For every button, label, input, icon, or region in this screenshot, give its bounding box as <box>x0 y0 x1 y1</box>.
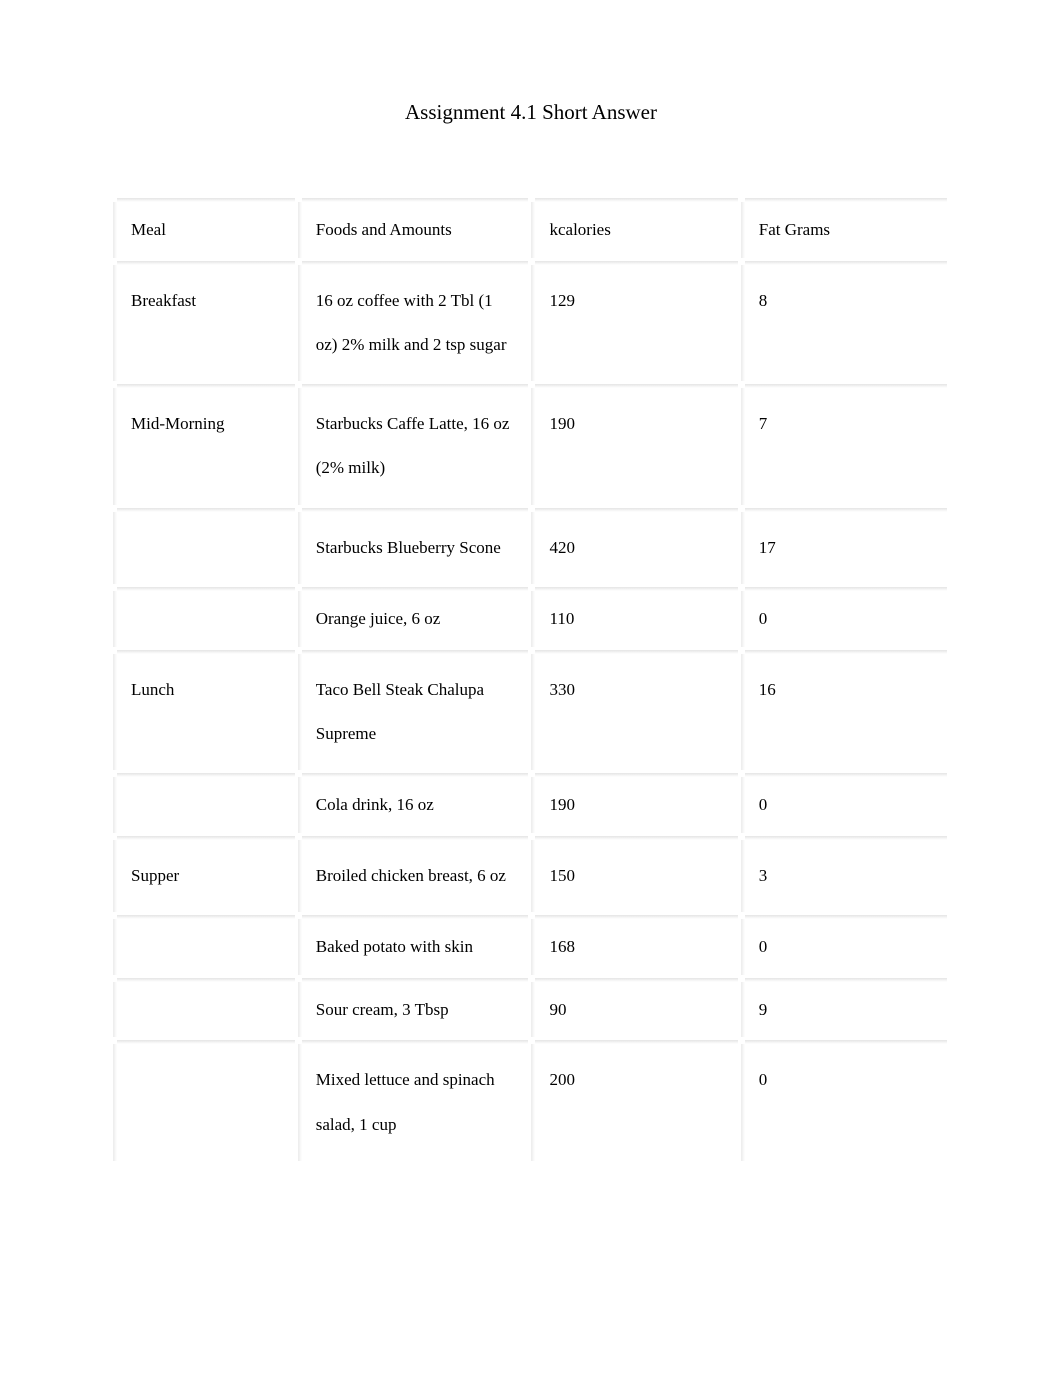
table-row: Cola drink, 16 oz 190 0 <box>115 775 947 833</box>
cell-fat: 16 <box>743 652 947 770</box>
header-food: Foods and Amounts <box>300 200 529 258</box>
table-row: Starbucks Blueberry Scone 420 17 <box>115 510 947 584</box>
cell-kcal: 330 <box>533 652 737 770</box>
nutrition-table: Meal Foods and Amounts kcalories Fat Gra… <box>110 195 952 1166</box>
cell-kcal: 90 <box>533 980 737 1038</box>
cell-fat: 0 <box>743 1042 947 1160</box>
cell-fat: 8 <box>743 263 947 381</box>
cell-fat: 0 <box>743 775 947 833</box>
cell-food: Sour cream, 3 Tbsp <box>300 980 529 1038</box>
cell-meal: Lunch <box>115 652 295 770</box>
header-kcal: kcalories <box>533 200 737 258</box>
cell-kcal: 200 <box>533 1042 737 1160</box>
cell-meal: Supper <box>115 838 295 912</box>
cell-kcal: 110 <box>533 589 737 647</box>
cell-kcal: 129 <box>533 263 737 381</box>
table-row: Lunch Taco Bell Steak Chalupa Supreme 33… <box>115 652 947 770</box>
cell-meal <box>115 1042 295 1160</box>
table-row: Supper Broiled chicken breast, 6 oz 150 … <box>115 838 947 912</box>
cell-fat: 9 <box>743 980 947 1038</box>
table-header-row: Meal Foods and Amounts kcalories Fat Gra… <box>115 200 947 258</box>
cell-fat: 0 <box>743 917 947 975</box>
cell-fat: 17 <box>743 510 947 584</box>
cell-food: Cola drink, 16 oz <box>300 775 529 833</box>
page-title: Assignment 4.1 Short Answer <box>110 100 952 125</box>
cell-fat: 7 <box>743 386 947 504</box>
table-row: Baked potato with skin 168 0 <box>115 917 947 975</box>
cell-meal <box>115 775 295 833</box>
cell-food: Taco Bell Steak Chalupa Supreme <box>300 652 529 770</box>
table-row: Sour cream, 3 Tbsp 90 9 <box>115 980 947 1038</box>
table-row: Breakfast 16 oz coffee with 2 Tbl (1 oz)… <box>115 263 947 381</box>
cell-meal <box>115 589 295 647</box>
cell-food: 16 oz coffee with 2 Tbl (1 oz) 2% milk a… <box>300 263 529 381</box>
header-meal: Meal <box>115 200 295 258</box>
table-row: Mid-Morning Starbucks Caffe Latte, 16 oz… <box>115 386 947 504</box>
cell-food: Baked potato with skin <box>300 917 529 975</box>
cell-meal <box>115 510 295 584</box>
cell-fat: 3 <box>743 838 947 912</box>
cell-food: Broiled chicken breast, 6 oz <box>300 838 529 912</box>
cell-kcal: 190 <box>533 775 737 833</box>
table-frame: Meal Foods and Amounts kcalories Fat Gra… <box>110 195 952 1166</box>
cell-meal <box>115 917 295 975</box>
cell-meal <box>115 980 295 1038</box>
header-fat: Fat Grams <box>743 200 947 258</box>
cell-kcal: 190 <box>533 386 737 504</box>
cell-fat: 0 <box>743 589 947 647</box>
cell-food: Orange juice, 6 oz <box>300 589 529 647</box>
cell-food: Starbucks Blueberry Scone <box>300 510 529 584</box>
cell-meal: Breakfast <box>115 263 295 381</box>
table-row: Orange juice, 6 oz 110 0 <box>115 589 947 647</box>
cell-food: Starbucks Caffe Latte, 16 oz (2% milk) <box>300 386 529 504</box>
cell-kcal: 150 <box>533 838 737 912</box>
cell-kcal: 168 <box>533 917 737 975</box>
table-row: Mixed lettuce and spinach salad, 1 cup 2… <box>115 1042 947 1160</box>
cell-food: Mixed lettuce and spinach salad, 1 cup <box>300 1042 529 1160</box>
cell-meal: Mid-Morning <box>115 386 295 504</box>
cell-kcal: 420 <box>533 510 737 584</box>
